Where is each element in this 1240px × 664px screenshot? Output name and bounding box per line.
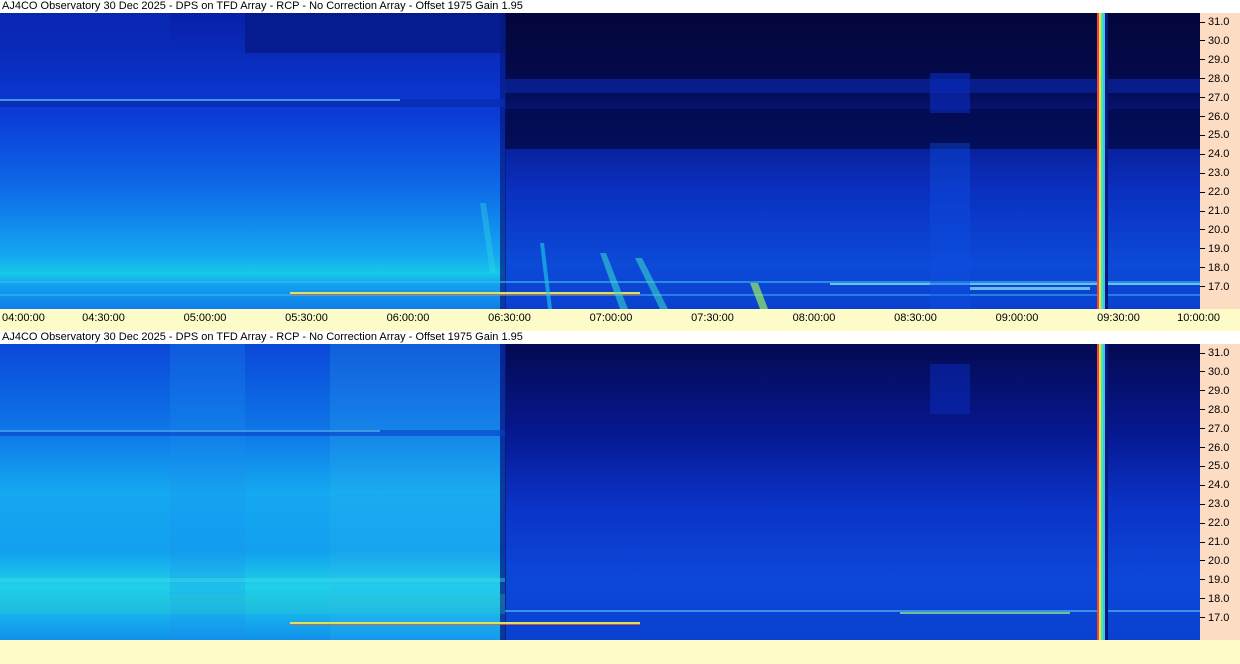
y-tick-label: 27.0: [1200, 92, 1229, 104]
y-tick-label: 24.0: [1200, 148, 1229, 160]
y-tick-label: 24.0: [1200, 479, 1229, 491]
y-tick-label: 29.0: [1200, 54, 1229, 66]
y-tick-label: 30.0: [1200, 366, 1229, 378]
x-tick-label: 05:30:00: [285, 312, 328, 324]
y-tick-label: 19.0: [1200, 243, 1229, 255]
x-tick-label: 07:30:00: [691, 312, 734, 324]
spectrogram-viewer: AJ4CO Observatory 30 Dec 2025 - DPS on T…: [0, 0, 1240, 664]
y-tick-label: 17.0: [1200, 281, 1229, 293]
y-tick-label: 25.0: [1200, 129, 1229, 141]
y-tick-label: 21.0: [1200, 205, 1229, 217]
y-tick-label: 31.0: [1200, 347, 1229, 359]
y-tick-label: 29.0: [1200, 385, 1229, 397]
y-tick-label: 21.0: [1200, 536, 1229, 548]
y-tick-label: 23.0: [1200, 167, 1229, 179]
y-tick-label: 18.0: [1200, 262, 1229, 274]
x-tick-label: 06:00:00: [386, 312, 430, 324]
y-tick-label: 27.0: [1200, 423, 1229, 435]
y-tick-label: 28.0: [1200, 73, 1229, 85]
y-tick-label: 18.0: [1200, 593, 1229, 605]
y-tick-label: 31.0: [1200, 16, 1229, 28]
y-tick-label: 22.0: [1200, 186, 1229, 198]
y-tick-label: 30.0: [1200, 35, 1229, 47]
time-axis-bottom: [0, 640, 1240, 664]
spectrogram-plot-top[interactable]: [0, 13, 1200, 309]
spectrogram-image-top: [0, 13, 1200, 309]
x-tick-label: 06:30:00: [488, 312, 531, 324]
frequency-axis-top: 31.0 30.0 29.0 28.0 27.0 26.0 25.0 24.0 23.0 22.0…: [1200, 13, 1240, 309]
y-tick-label: 26.0: [1200, 111, 1229, 123]
x-tick-label: 09:30:00: [1097, 312, 1140, 324]
y-tick-label: 20.0: [1200, 555, 1229, 567]
time-axis-top: 04:00:00 04:30:00 05:00:00 05:30:00 06:00:00…: [0, 309, 1240, 331]
y-tick-label: 23.0: [1200, 498, 1229, 510]
spectrogram-image-bottom: [0, 344, 1200, 640]
y-tick-label: 22.0: [1200, 517, 1229, 529]
x-tick-label: 08:00:00: [792, 312, 836, 324]
frequency-axis-bottom: 31.0 30.0 29.0 28.0 27.0 26.0 25.0 24.0 23.0 22.0…: [1200, 344, 1240, 640]
x-tick-label: 09:00:00: [995, 312, 1039, 324]
x-tick-label: 07:00:00: [589, 312, 633, 324]
panel-title: AJ4CO Observatory 30 Dec 2025 - DPS on T…: [0, 331, 1240, 344]
spectrogram-panel-bottom: AJ4CO Observatory 30 Dec 2025 - DPS on T…: [0, 331, 1240, 640]
x-tick-label: 05:00:00: [183, 312, 227, 324]
y-tick-label: 20.0: [1200, 224, 1229, 236]
y-tick-label: 28.0: [1200, 404, 1229, 416]
y-tick-label: 25.0: [1200, 460, 1229, 472]
spectrogram-plot-bottom[interactable]: [0, 344, 1200, 640]
y-tick-label: 19.0: [1200, 574, 1229, 586]
x-tick-label: 04:30:00: [82, 312, 125, 324]
x-tick-label: 04:00:00: [2, 312, 45, 324]
y-tick-label: 26.0: [1200, 442, 1229, 454]
x-tick-label: 10:00:00: [1177, 312, 1220, 324]
spectrogram-panel-top: AJ4CO Observatory 30 Dec 2025 - DPS on T…: [0, 0, 1240, 331]
panel-title: AJ4CO Observatory 30 Dec 2025 - DPS on T…: [0, 0, 1240, 13]
x-tick-label: 08:30:00: [894, 312, 937, 324]
y-tick-label: 17.0: [1200, 612, 1229, 624]
